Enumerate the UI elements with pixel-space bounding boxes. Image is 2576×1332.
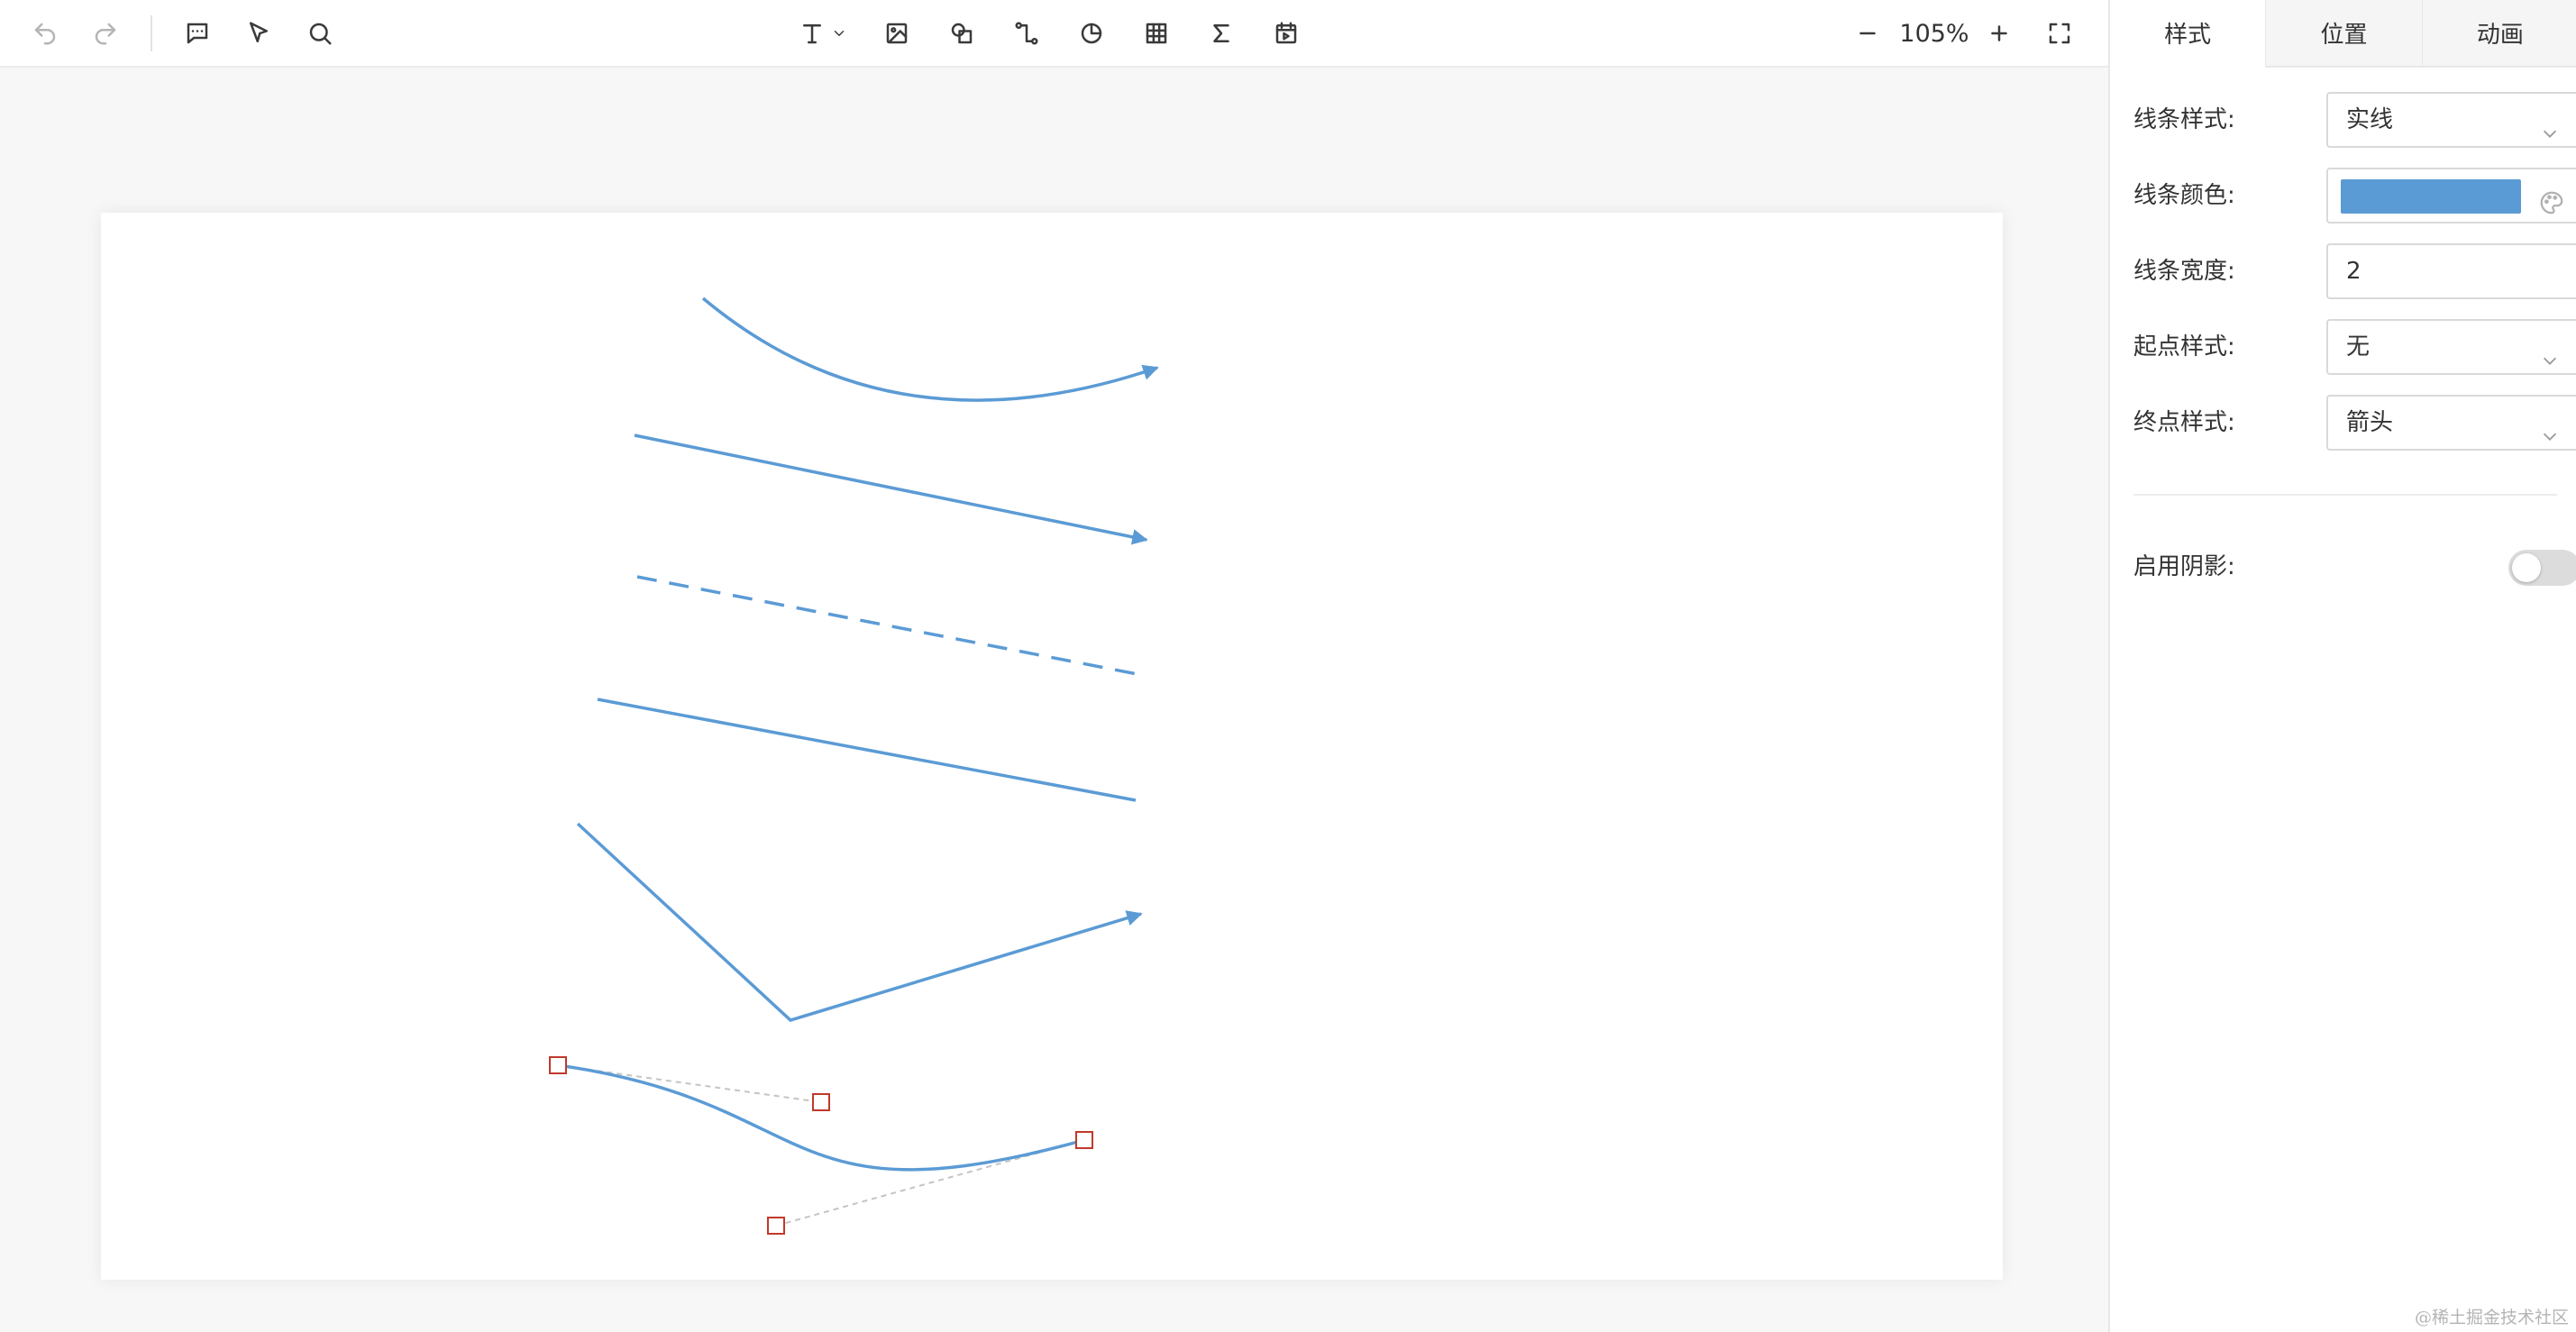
end-style-row: 终点样式: 箭头 [2133, 395, 2576, 451]
line-width-row: 线条宽度: [2133, 243, 2576, 299]
pointer-icon[interactable] [238, 13, 279, 54]
chevron-down-icon [2540, 110, 2560, 138]
editor-app: 105% 样式 位置 动画 线条样式: 实线 线条颜色: 线条宽度: 2 起点样… [0, 0, 2576, 1332]
shadow-toggle[interactable] [2508, 550, 2576, 586]
color-swatch [2341, 179, 2521, 214]
zoom-level: 105% [1899, 20, 1969, 48]
panel-divider [2133, 494, 2557, 496]
chevron-down-icon[interactable] [826, 13, 853, 54]
line-style-select[interactable]: 实线 [2326, 92, 2576, 148]
line-style-row: 线条样式: 实线 [2133, 92, 2576, 148]
formula-icon[interactable] [1201, 13, 1242, 54]
chart-icon[interactable] [1071, 13, 1112, 54]
toolbar-divider [151, 15, 152, 51]
start-style-row: 起点样式: 无 [2133, 319, 2576, 375]
shadow-row: 启用阴影: [2133, 539, 2576, 595]
line-width-label: 线条宽度: [2133, 258, 2235, 285]
line-color-label: 线条颜色: [2133, 182, 2235, 209]
property-panel: 样式 位置 动画 线条样式: 实线 线条颜色: 线条宽度: 2 起点样式: 无 … [2108, 0, 2576, 1332]
bezier-control-handle-2[interactable] [767, 1217, 785, 1235]
media-icon[interactable] [1265, 13, 1307, 54]
end-style-label: 终点样式: [2133, 409, 2235, 436]
curved-arrow-line[interactable] [701, 297, 1159, 402]
tab-animation[interactable]: 动画 [2421, 0, 2576, 68]
slide-canvas[interactable] [101, 213, 2003, 1280]
connector-icon[interactable] [1006, 13, 1047, 54]
slide-shapes [549, 297, 1159, 1235]
tab-position[interactable]: 位置 [2265, 0, 2422, 68]
shadow-label: 启用阴影: [2133, 553, 2235, 580]
bezier-end-handle[interactable] [1075, 1131, 1093, 1149]
end-style-value: 箭头 [2346, 409, 2394, 436]
line-style-value: 实线 [2346, 106, 2394, 133]
dashed-line[interactable] [636, 575, 1147, 678]
plain-line[interactable] [597, 698, 1137, 802]
end-style-select[interactable]: 箭头 [2326, 395, 2576, 451]
bezier-start-handle[interactable] [549, 1056, 567, 1074]
undo-icon[interactable] [24, 13, 66, 54]
palette-icon[interactable] [2538, 183, 2565, 214]
start-style-value: 无 [2346, 333, 2370, 360]
line-color-picker[interactable] [2326, 168, 2576, 224]
search-icon[interactable] [299, 13, 341, 54]
start-style-select[interactable]: 无 [2326, 319, 2576, 375]
line-style-label: 线条样式: [2133, 106, 2235, 133]
elbow-arrow-line[interactable] [576, 822, 1143, 1022]
image-icon[interactable] [876, 13, 918, 54]
table-icon[interactable] [1136, 13, 1177, 54]
line-width-input[interactable] [2326, 243, 2576, 299]
fullscreen-icon[interactable] [2039, 13, 2080, 54]
comment-icon[interactable] [177, 13, 218, 54]
zoom-out-icon[interactable] [1847, 13, 1888, 54]
redo-icon[interactable] [85, 13, 126, 54]
bezier-curve-selected[interactable] [557, 1063, 1085, 1172]
chevron-down-icon [2540, 413, 2560, 441]
start-style-label: 起点样式: [2133, 333, 2235, 360]
chevron-down-icon [2540, 337, 2560, 365]
straight-arrow-line[interactable] [634, 433, 1148, 545]
toggle-knob [2512, 553, 2541, 582]
zoom-in-icon[interactable] [1978, 13, 2020, 54]
bezier-control-handle-1[interactable] [812, 1093, 830, 1111]
shape-icon[interactable] [941, 13, 982, 54]
top-toolbar: 105% [0, 0, 2108, 68]
panel-tabs: 样式 位置 动画 [2110, 0, 2576, 68]
line-color-row: 线条颜色: [2133, 168, 2576, 224]
tab-style[interactable]: 样式 [2110, 0, 2266, 68]
watermark: @稀土掘金技术社区 [2414, 1308, 2569, 1327]
